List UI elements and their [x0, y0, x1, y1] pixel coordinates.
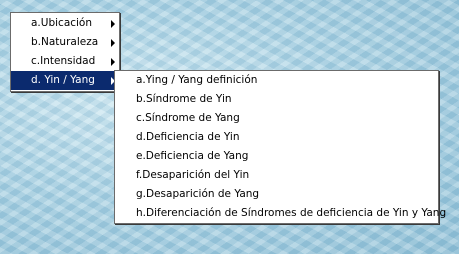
submenu-item-desaparicion-yang[interactable]: g.Desaparición de Yang: [115, 185, 438, 204]
menu-item-yin-yang[interactable]: d. Yin / Yang: [11, 71, 119, 90]
context-submenu-yin-yang: a.Ying / Yang definición b.Síndrome de Y…: [114, 70, 447, 224]
submenu-arrow-icon: [111, 39, 115, 47]
menu-item-label: c.Síndrome de Yang: [136, 112, 240, 124]
menu-item-label: d. Yin / Yang: [31, 74, 95, 86]
menu-item-naturaleza[interactable]: b.Naturaleza: [11, 33, 119, 52]
menu-item-label: c.Intensidad: [31, 55, 96, 67]
menu-item-label: e.Deficiencia de Yang: [136, 150, 249, 162]
menu-item-label: g.Desaparición de Yang: [136, 188, 260, 200]
context-menu-main: a.Ubicación b.Naturaleza c.Intensidad d.…: [10, 12, 120, 92]
menu-item-label: d.Deficiencia de Yin: [136, 131, 240, 143]
menu-item-label: a.Ying / Yang definición: [136, 74, 258, 86]
menu-item-label: f.Desaparición del Yin: [136, 169, 250, 181]
menu-item-label: b.Síndrome de Yin: [136, 93, 232, 105]
submenu-arrow-icon: [111, 20, 115, 28]
submenu-arrow-icon: [111, 58, 115, 66]
submenu-item-sindrome-yang[interactable]: c.Síndrome de Yang: [115, 109, 438, 128]
desktop-background: { "main_menu": { "items": [ {"label": "a…: [0, 0, 459, 254]
menu-item-ubicacion[interactable]: a.Ubicación: [11, 14, 119, 33]
submenu-item-diferenciacion[interactable]: h.Diferenciación de Síndromes de deficie…: [115, 204, 447, 223]
menu-item-label: h.Diferenciación de Síndromes de deficie…: [136, 207, 447, 219]
submenu-item-sindrome-yin[interactable]: b.Síndrome de Yin: [115, 90, 438, 109]
submenu-item-deficiencia-yang[interactable]: e.Deficiencia de Yang: [115, 147, 438, 166]
submenu-item-desaparicion-yin[interactable]: f.Desaparición del Yin: [115, 166, 438, 185]
menu-item-label: a.Ubicación: [31, 17, 93, 29]
menu-item-intensidad[interactable]: c.Intensidad: [11, 52, 119, 71]
menu-item-label: b.Naturaleza: [31, 36, 99, 48]
submenu-item-deficiencia-yin[interactable]: d.Deficiencia de Yin: [115, 128, 438, 147]
submenu-item-definicion[interactable]: a.Ying / Yang definición: [115, 71, 438, 90]
